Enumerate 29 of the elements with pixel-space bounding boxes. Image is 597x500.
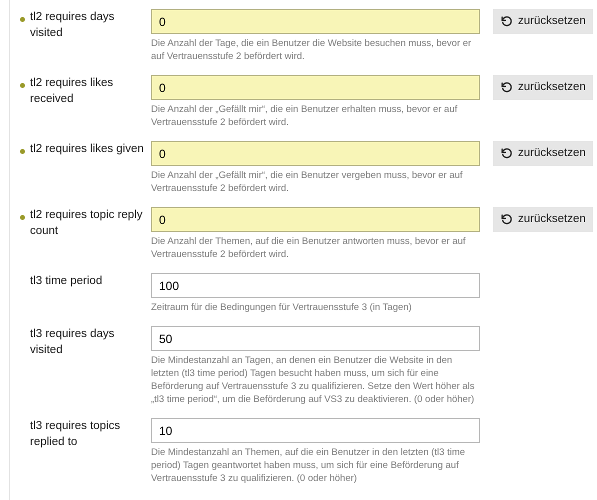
number-field[interactable]: 50 [151,326,480,351]
setting-description: Die Anzahl der „Gefällt mir“, die ein Benutzer erhalten muss, bevor er auf Vertrauensstufe 2 befördert wird. [151,103,458,129]
number-field[interactable]: 0 [151,141,480,166]
setting-description: Die Anzahl der „Gefällt mir“, die ein Benutzer vergeben muss, bevor er auf Vertrauensstufe 2 befördert wird. [151,169,464,195]
reset-button[interactable]: zurücksetzen [493,9,593,34]
reset-button[interactable]: zurücksetzen [493,141,593,166]
setting-description: Die Anzahl der Themen, auf die ein Benutzer antworten muss, bevor er auf Vertrauensstufe 2 befördert wird. [151,235,467,261]
setting-description: Zeitraum für die Bedingungen für Vertrauensstufe 3 (in Tagen) [151,301,413,314]
reset-icon [500,15,513,28]
number-field[interactable]: 0 [151,75,480,100]
setting-label: tl2 requires topic reply count [30,208,144,239]
number-field[interactable]: 100 [151,273,480,298]
setting-description: Die Anzahl der Tage, die ein Benutzer die Website besuchen muss, bevor er auf Vertrauensstufe 2 befördert wird. [151,37,472,63]
setting-label: tl2 requires likes given [30,142,145,157]
number-field[interactable]: 0 [151,207,480,232]
reset-icon [500,213,513,226]
setting-label: tl3 time period [30,274,104,289]
number-field[interactable]: 10 [151,418,480,443]
reset-button[interactable]: zurücksetzen [493,75,593,100]
reset-button[interactable]: zurücksetzen [493,207,593,232]
reset-icon [500,147,513,160]
number-field[interactable]: 0 [151,9,480,34]
setting-description: Die Mindestanzahl an Tagen, an denen ein Benutzer die Website in den letzten (tl3 time period) Tagen besucht haben muss, um sich für eine Beförderung auf Vertrauensstufe 3 zu qualifizieren. Setze den Wert höher als „tl3 time period“, um die Beförderung auf VS3 zu deaktivieren. (0 oder höher) [151,354,476,406]
setting-label: tl3 requires topics replied to [30,419,122,450]
setting-label: tl3 requires days visited [30,327,116,358]
setting-description: Die Mindestanzahl an Themen, auf die ein Benutzer in den letzten (tl3 time period) Tagen geantwortet haben muss, um sich für eine Beförderung auf Vertrauensstufe 3 zu qualifizieren. (0 oder höher) [151,446,466,485]
setting-label: tl2 requires likes received [30,76,114,107]
reset-icon [500,81,513,94]
setting-label: tl2 requires days visited [30,10,116,41]
